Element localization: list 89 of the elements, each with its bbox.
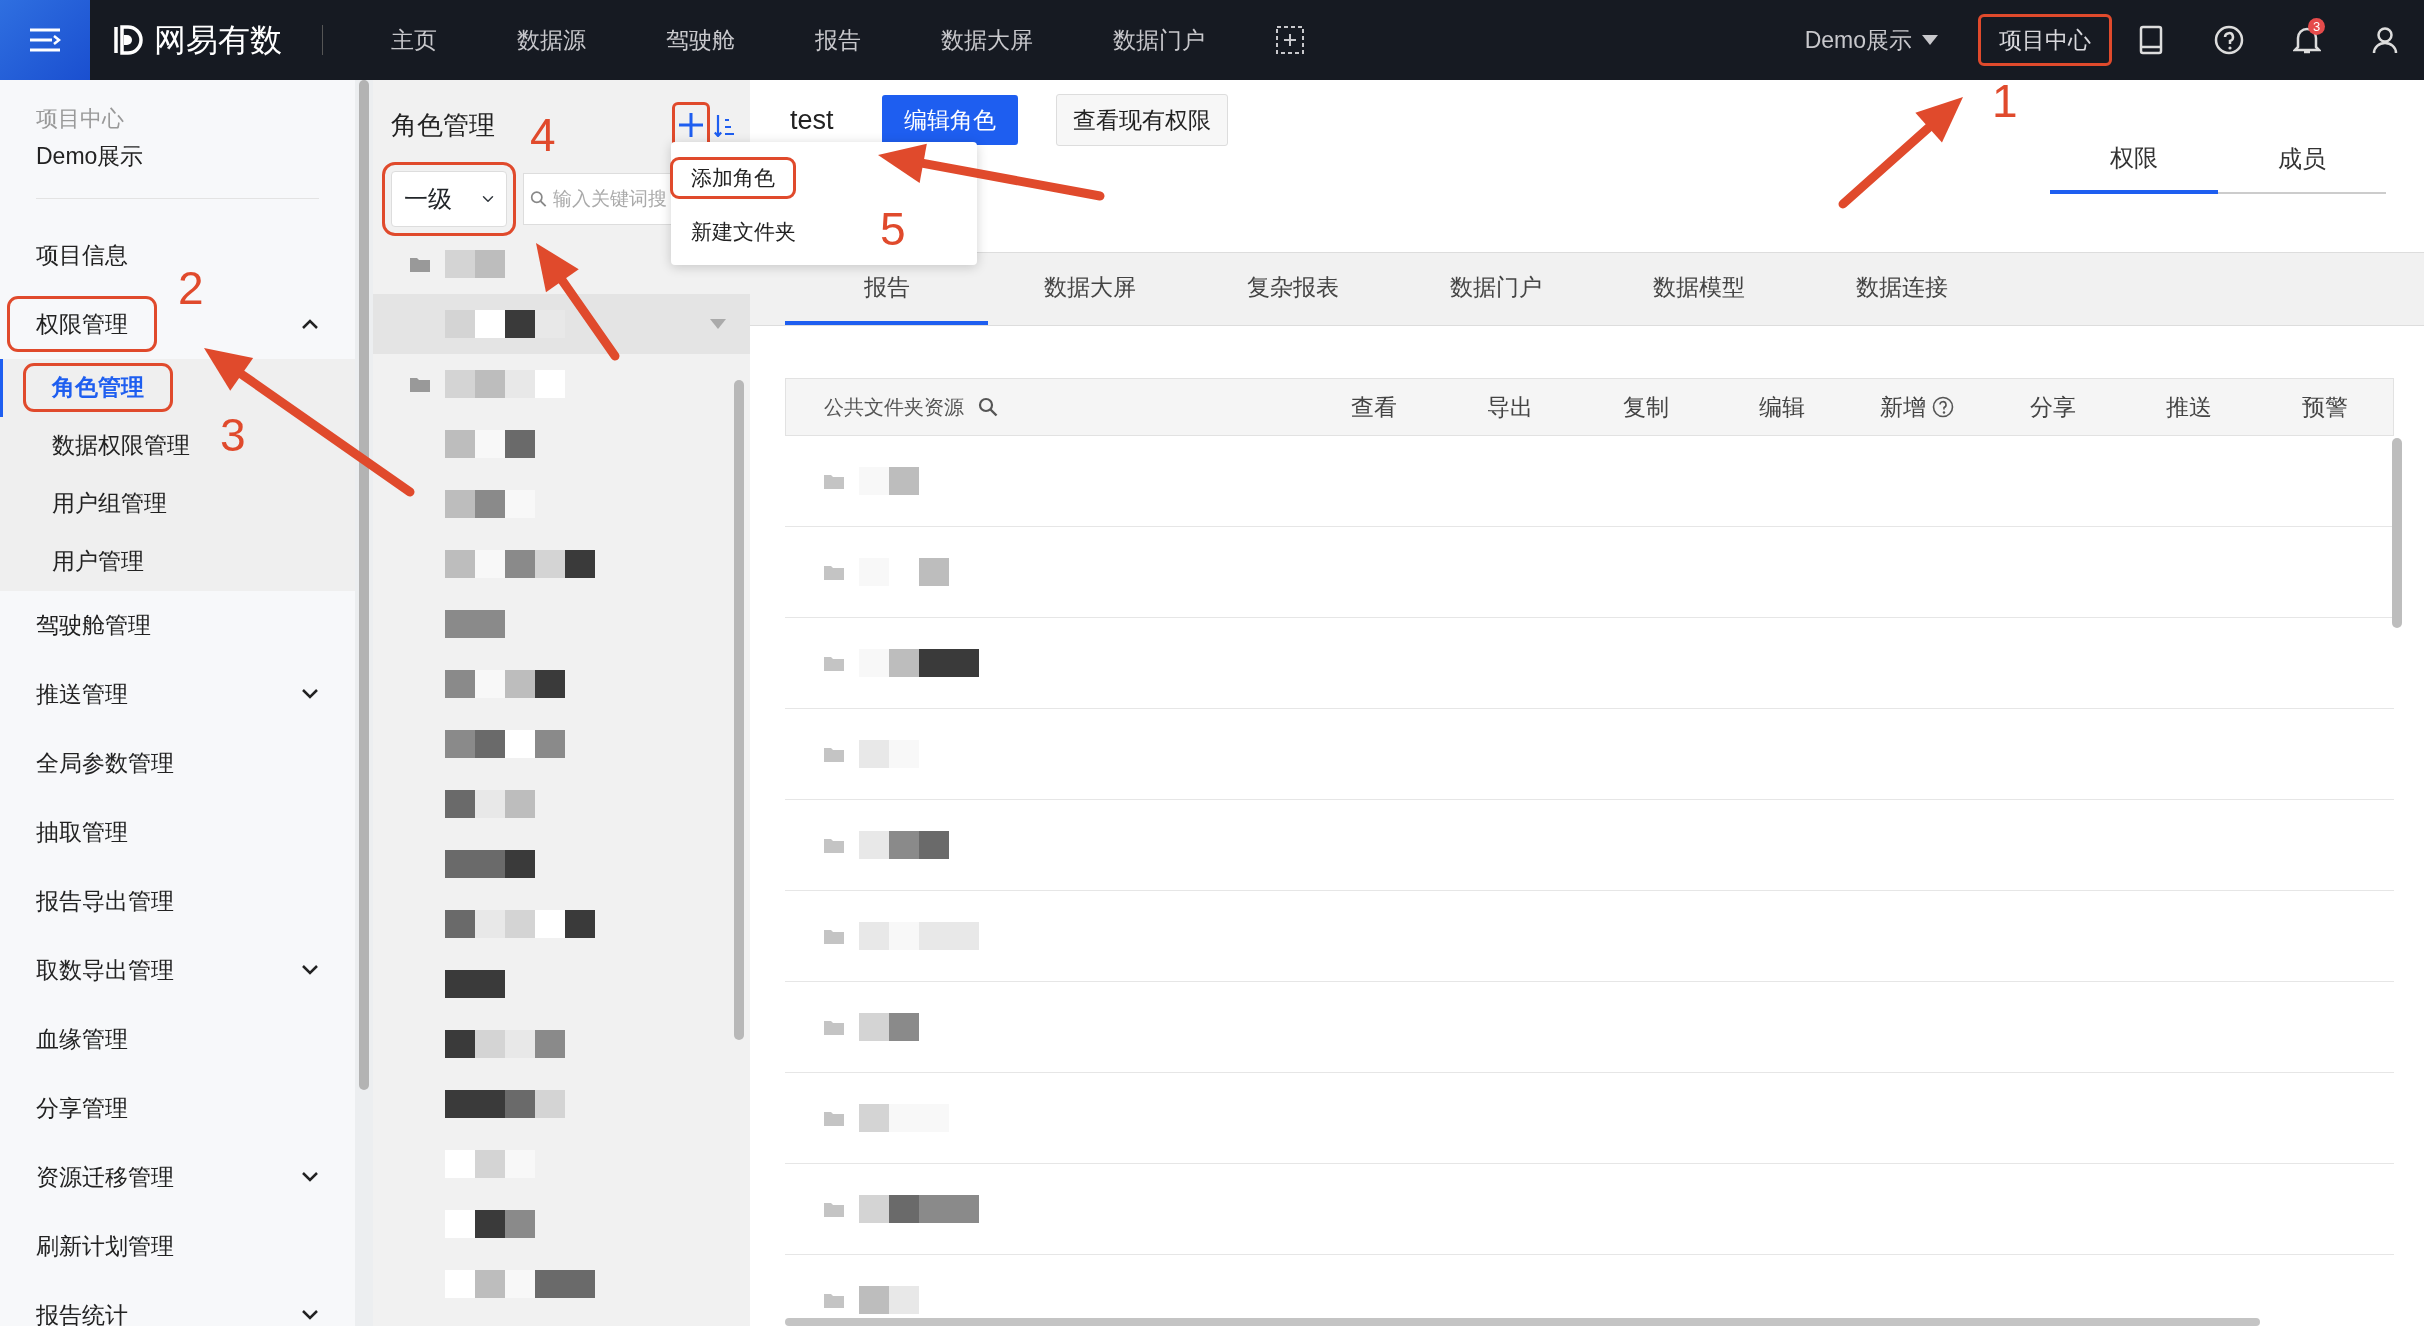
column-header: 推送 (2166, 392, 2213, 422)
folder-icon (823, 745, 845, 763)
column-header: 编辑 (1758, 392, 1805, 422)
pixelated-text (445, 610, 505, 638)
folder-icon (823, 1291, 845, 1309)
add-frame-icon[interactable] (1275, 25, 1305, 55)
sidebar-item[interactable]: 取数导出管理 (0, 935, 355, 1005)
tab[interactable]: 成员 (2218, 132, 2386, 194)
nav-link[interactable]: 数据门户 (1097, 16, 1221, 64)
search-icon (530, 189, 547, 209)
user-icon (2372, 26, 2398, 54)
sidebar-item[interactable]: 驾驶舱管理 (0, 590, 355, 660)
folder-icon (823, 836, 845, 854)
role-name: test (790, 103, 834, 137)
annotation-number: 1 (1992, 78, 2018, 124)
menu-button[interactable] (0, 0, 90, 80)
pixelated-text (859, 467, 919, 495)
sidebar-item[interactable]: 资源迁移管理 (0, 1142, 355, 1212)
caret-icon (1922, 35, 1938, 45)
brand-name: 网易有数 (154, 21, 282, 60)
scrollbar-thumb[interactable] (2392, 438, 2402, 628)
logo-icon (112, 23, 146, 57)
folder-icon (823, 472, 845, 490)
sidebar-item[interactable]: 报告导出管理 (0, 866, 355, 936)
folder-icon (409, 255, 431, 273)
scrollbar-thumb[interactable] (734, 380, 744, 1040)
search-icon[interactable] (978, 397, 998, 417)
tree-row[interactable] (373, 294, 750, 354)
edit-button[interactable]: 编辑角色 (881, 94, 1018, 146)
annotation-number: 2 (178, 265, 204, 311)
breadcrumb-caption: 项目中心 (35, 105, 125, 133)
folder-icon (409, 375, 431, 393)
menu-icon (28, 26, 62, 54)
sidebar-item[interactable]: 报告统计 (0, 1280, 355, 1326)
project-center-button[interactable]: 项目中心 (1978, 13, 2112, 67)
sidebar-item[interactable]: 血缘管理 (0, 1004, 355, 1074)
tab[interactable]: 数据模型 (1597, 253, 1800, 325)
column-header: 公共文件夹资源 (824, 395, 964, 420)
project-name: Demo展示 (35, 142, 145, 171)
scrollbar-thumb[interactable] (785, 1318, 2260, 1326)
tab[interactable]: 权限 (2050, 132, 2218, 194)
help-icon (1932, 396, 1955, 418)
column-header: 分享 (2030, 392, 2077, 422)
tab[interactable]: 数据大屏 (988, 253, 1191, 325)
project-select[interactable]: Demo展示 (1798, 21, 1944, 59)
nav-link[interactable]: 报告 (799, 16, 877, 64)
tablet-icon (2139, 25, 2163, 55)
plus-icon (679, 113, 703, 137)
folder-icon (823, 563, 845, 581)
submenu-item[interactable]: 用户组管理 (0, 474, 355, 533)
column-header: 复制 (1622, 392, 1669, 422)
tab[interactable]: 复杂报表 (1191, 253, 1394, 325)
sidebar-item[interactable]: 刷新计划管理 (0, 1211, 355, 1281)
annotation-number: 4 (530, 112, 556, 158)
sidebar-item[interactable]: 全局参数管理 (0, 728, 355, 798)
folder-icon (823, 1109, 845, 1127)
pixelated-text (445, 250, 505, 278)
panel-title: 角色管理 (391, 108, 495, 142)
folder-icon (823, 654, 845, 672)
sort-icon (714, 114, 734, 137)
pixelated-text (859, 1286, 919, 1314)
caret-icon (710, 319, 726, 329)
pixelated-text (859, 1013, 919, 1041)
folder-icon (823, 1200, 845, 1218)
nav-link[interactable]: 驾驶舱 (650, 16, 751, 64)
folder-icon (823, 1018, 845, 1036)
view-button[interactable]: 查看现有权限 (1055, 93, 1228, 147)
nav-link[interactable]: 主页 (375, 16, 453, 64)
nav-link[interactable]: 数据源 (501, 16, 602, 64)
folder-icon (823, 927, 845, 945)
sidebar-item[interactable]: 分享管理 (0, 1073, 355, 1143)
tab[interactable]: 数据门户 (1394, 253, 1597, 325)
column-header: 新增 (1880, 392, 1927, 422)
column-header: 预警 (2302, 392, 2349, 422)
sidebar-item[interactable]: 抽取管理 (0, 797, 355, 867)
tab[interactable]: 数据连接 (1800, 253, 2003, 325)
nav-link[interactable]: 数据大屏 (925, 16, 1049, 64)
tab[interactable]: 报告 (785, 253, 988, 325)
pixelated-text (445, 970, 505, 998)
annotation-number: 5 (880, 206, 906, 252)
menu-item[interactable]: 添加角色 (671, 150, 813, 206)
column-header: 导出 (1486, 392, 1533, 422)
scrollbar-thumb[interactable] (359, 80, 369, 1090)
sidebar-item[interactable]: 推送管理 (0, 659, 355, 729)
submenu-item[interactable]: 用户管理 (0, 532, 355, 591)
notification-button[interactable]: 3 (2268, 10, 2346, 70)
help-icon (2214, 25, 2244, 55)
notification-badge: 3 (2308, 18, 2326, 35)
column-header: 查看 (1350, 392, 1397, 422)
